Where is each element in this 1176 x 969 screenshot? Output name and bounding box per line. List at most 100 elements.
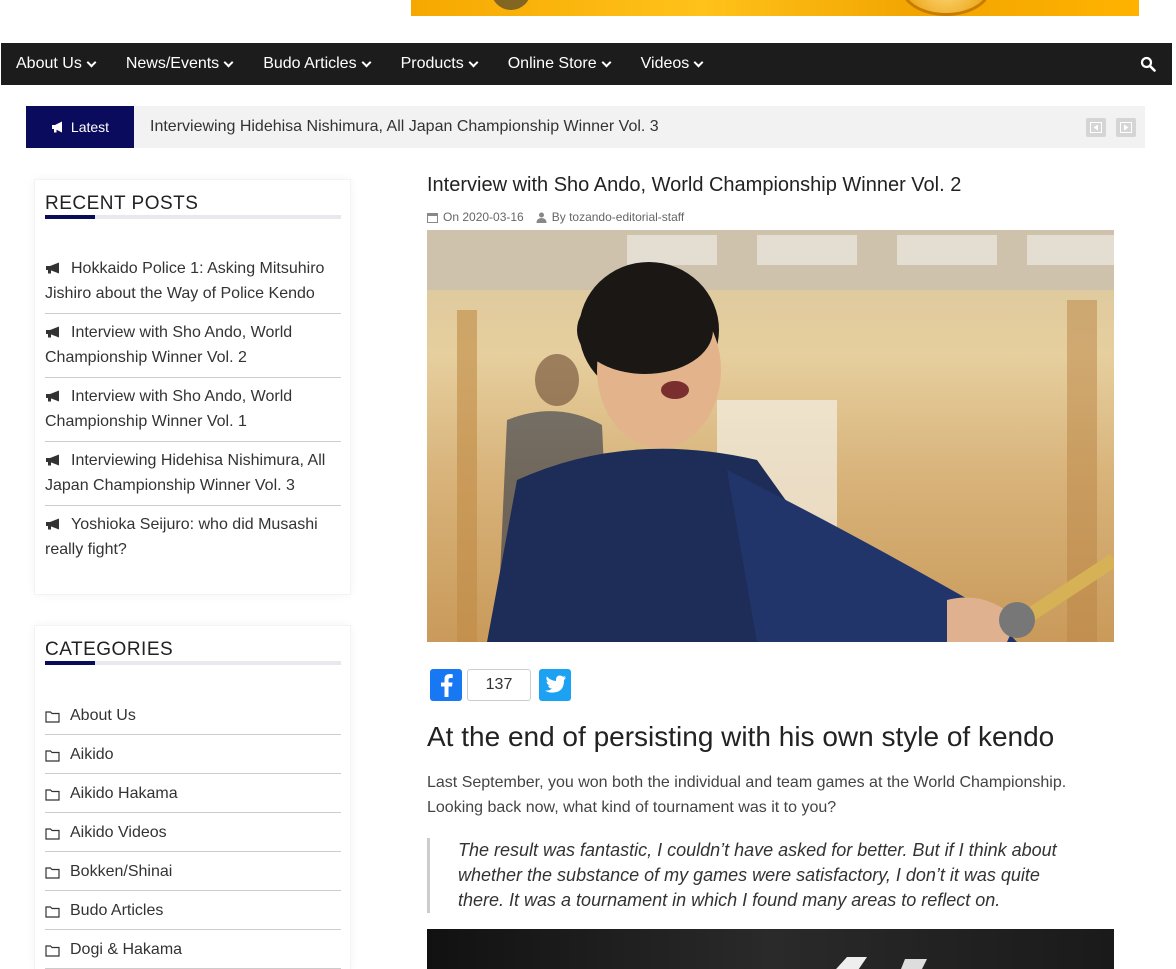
post-title-line: Jishiro about the Way of Police Kendo xyxy=(45,285,315,302)
category-label: About Us xyxy=(70,707,136,724)
megaphone-icon xyxy=(51,121,62,133)
facebook-icon xyxy=(441,674,453,697)
nav-news-events[interactable]: News/Events xyxy=(125,55,234,73)
next-button[interactable] xyxy=(1116,118,1136,137)
chevron-down-icon xyxy=(223,57,234,67)
megaphone-icon xyxy=(46,454,59,466)
widget-title-underline xyxy=(45,215,341,219)
category-label: Aikido Videos xyxy=(70,824,167,841)
folder-icon xyxy=(45,710,60,723)
quote-line: whether the substance of my games were s… xyxy=(458,865,1040,885)
share-bar: 137 xyxy=(430,669,571,701)
post-title-line: Hokkaido Police 1: Asking Mitsuhiro xyxy=(71,260,325,277)
category-label: Bokken/Shinai xyxy=(70,863,173,880)
article-date[interactable]: On 2020-03-16 xyxy=(443,210,524,224)
ticker-label: Latest xyxy=(26,106,134,148)
nav-online-store[interactable]: Online Store xyxy=(507,55,612,73)
recent-post-item[interactable]: Interview with Sho Ando, World Championsh… xyxy=(45,320,341,378)
ticker-label-text: Latest xyxy=(70,119,110,135)
category-label: Aikido Hakama xyxy=(70,785,178,802)
nav-label: About Us xyxy=(16,55,82,72)
nav-products[interactable]: Products xyxy=(400,55,479,73)
chevron-down-icon xyxy=(361,57,372,67)
recent-posts-widget: RECENT POSTS Hokkaido Police 1: Asking M… xyxy=(35,180,350,594)
recent-post-item[interactable]: Interviewing Hidehisa Nishimura, All Japa… xyxy=(45,448,341,506)
main-navigation: About Us News/Events Budo Articles Produ… xyxy=(1,43,1172,85)
chevron-down-icon xyxy=(601,57,612,67)
user-icon xyxy=(536,212,547,223)
banner-coin-graphic xyxy=(901,0,991,16)
folder-icon xyxy=(45,905,60,918)
post-title-line: Yoshioka Seijuro: who did Musashi xyxy=(71,516,318,533)
ticker-headline[interactable]: Interviewing Hidehisa Nishimura, All Jap… xyxy=(150,118,659,136)
folder-icon xyxy=(45,749,60,762)
nav-budo-articles[interactable]: Budo Articles xyxy=(263,55,372,73)
article-title: Interview with Sho Ando, World Champions… xyxy=(427,174,962,196)
nav-label: News/Events xyxy=(125,55,220,72)
article-meta: On 2020-03-16 By tozando-editorial-staff xyxy=(427,210,684,224)
folder-icon xyxy=(45,866,60,879)
quote-line: there. It was a tournament in which I fo… xyxy=(458,890,1001,910)
folder-icon xyxy=(45,827,60,840)
category-label: Dogi & Hakama xyxy=(70,941,183,958)
category-item[interactable]: Aikido xyxy=(45,735,341,774)
search-icon[interactable] xyxy=(1140,56,1156,72)
paragraph-line: Looking back now, what kind of tournamen… xyxy=(427,799,837,816)
top-bar xyxy=(0,0,1176,43)
category-item[interactable]: Aikido Videos xyxy=(45,813,341,852)
prev-icon xyxy=(1090,122,1102,133)
post-title-line: really fight? xyxy=(45,541,127,558)
category-item[interactable]: About Us xyxy=(45,696,341,735)
nav-label: Products xyxy=(400,55,464,72)
category-label: Aikido xyxy=(70,746,114,763)
categories-widget: CATEGORIES About Us Aikido Aikido Hakama… xyxy=(35,626,350,969)
advertisement-banner[interactable] xyxy=(411,0,1139,16)
folder-icon xyxy=(45,944,60,957)
paragraph-line: Last September, you won both the individ… xyxy=(427,774,1067,791)
nav-about-us[interactable]: About Us xyxy=(16,55,97,73)
nav-label: Videos xyxy=(640,55,690,72)
chevron-down-icon xyxy=(86,57,97,67)
article-second-image xyxy=(427,929,1114,969)
widget-title-underline xyxy=(45,661,341,665)
kendo-photo xyxy=(427,230,1114,642)
twitter-share-button[interactable] xyxy=(539,669,571,701)
latest-ticker: Latest Interviewing Hidehisa Nishimura, … xyxy=(26,106,1145,148)
category-item[interactable]: Bokken/Shinai xyxy=(45,852,341,891)
category-label: Budo Articles xyxy=(70,902,164,919)
section-heading: At the end of persisting with his own st… xyxy=(427,721,1055,752)
recent-post-item[interactable]: Hokkaido Police 1: Asking Mitsuhiro Jishi… xyxy=(45,256,341,314)
recent-post-item[interactable]: Interview with Sho Ando, World Championsh… xyxy=(45,384,341,442)
quote-line: The result was fantastic, I couldn’t hav… xyxy=(458,840,1057,860)
category-item[interactable]: Dogi & Hakama xyxy=(45,930,341,969)
prev-button[interactable] xyxy=(1086,118,1106,137)
megaphone-icon xyxy=(46,326,59,338)
post-title-line: Interview with Sho Ando, World xyxy=(71,388,293,405)
category-item[interactable]: Aikido Hakama xyxy=(45,774,341,813)
nav-label: Online Store xyxy=(507,55,597,72)
recent-post-item[interactable]: Yoshioka Seijuro: who did Musashi really … xyxy=(45,512,341,570)
widget-title: CATEGORIES xyxy=(45,639,174,660)
calendar-icon xyxy=(427,212,438,223)
next-icon xyxy=(1120,122,1132,133)
post-title-line: Interview with Sho Ando, World xyxy=(71,324,293,341)
chevron-down-icon xyxy=(468,57,479,67)
article-hero-image xyxy=(427,230,1114,642)
share-count: 137 xyxy=(467,669,531,701)
widget-title: RECENT POSTS xyxy=(45,193,199,214)
facebook-share-button[interactable] xyxy=(430,669,462,701)
article-paragraph: Last September, you won both the individ… xyxy=(427,770,1107,820)
post-title-line: Interviewing Hidehisa Nishimura, All xyxy=(71,452,326,469)
nav-label: Budo Articles xyxy=(263,55,357,72)
article-author[interactable]: By tozando-editorial-staff xyxy=(552,210,685,224)
article-blockquote: The result was fantastic, I couldn’t hav… xyxy=(427,838,1107,913)
megaphone-icon xyxy=(46,262,59,274)
post-title-line: Championship Winner Vol. 1 xyxy=(45,413,247,430)
banner-graphic xyxy=(491,0,531,10)
megaphone-icon xyxy=(46,518,59,530)
dark-banner-graphic xyxy=(836,957,927,969)
nav-videos[interactable]: Videos xyxy=(640,55,704,73)
post-title-line: Japan Championship Winner Vol. 3 xyxy=(45,477,295,494)
post-title-line: Championship Winner Vol. 2 xyxy=(45,349,247,366)
category-item[interactable]: Budo Articles xyxy=(45,891,341,930)
